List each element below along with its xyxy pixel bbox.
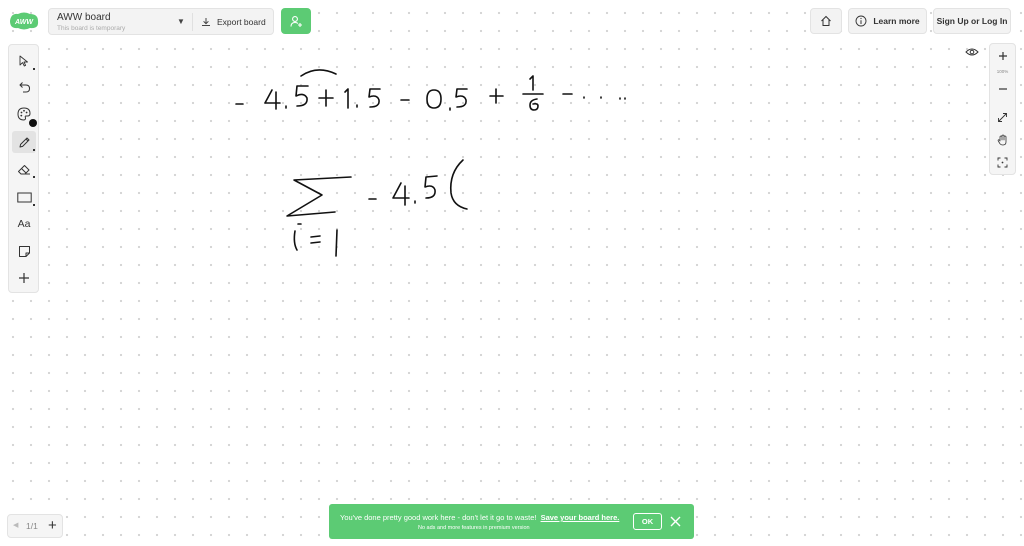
ink-stroke bbox=[529, 98, 539, 111]
sticky-note-tool[interactable] bbox=[12, 240, 36, 262]
expand-icon bbox=[998, 112, 1007, 122]
ink-stroke bbox=[318, 89, 334, 107]
page-navigator: ◀ 1/1 + bbox=[7, 514, 63, 538]
pen-tool[interactable] bbox=[12, 131, 36, 153]
view-mode-button[interactable] bbox=[962, 43, 982, 61]
text-tool[interactable]: Aa bbox=[12, 213, 36, 235]
submenu-indicator bbox=[33, 176, 35, 178]
submenu-indicator bbox=[33, 204, 35, 206]
plus-icon bbox=[19, 273, 29, 283]
home-icon bbox=[821, 15, 831, 26]
ink-stroke bbox=[619, 97, 626, 100]
divider bbox=[192, 13, 193, 31]
undo-button[interactable] bbox=[12, 76, 36, 98]
save-board-banner: You've done pretty good work here - don'… bbox=[329, 504, 694, 539]
eraser-icon bbox=[18, 164, 30, 174]
close-icon[interactable] bbox=[669, 515, 682, 528]
banner-text: You've done pretty good work here - don'… bbox=[340, 513, 537, 522]
ink-stroke bbox=[392, 182, 410, 206]
ink-stroke bbox=[344, 88, 349, 109]
text-tool-label: Aa bbox=[17, 218, 31, 230]
caret-down-icon[interactable]: ▼ bbox=[177, 17, 185, 26]
banner-message: You've done pretty good work here - don'… bbox=[340, 513, 619, 522]
add-page-button[interactable]: + bbox=[48, 517, 57, 534]
download-icon bbox=[202, 17, 210, 26]
ink-stroke bbox=[295, 85, 309, 107]
color-palette-tool[interactable] bbox=[12, 103, 37, 127]
current-color-swatch bbox=[29, 119, 37, 127]
plus-icon bbox=[998, 52, 1007, 60]
signup-login-button[interactable]: Sign Up or Log In bbox=[933, 8, 1011, 34]
page-indicator: 1/1 bbox=[26, 521, 38, 531]
ink-stroke bbox=[449, 159, 468, 210]
ink-stroke bbox=[310, 235, 321, 244]
logo-text: AWW bbox=[14, 19, 34, 26]
submenu-indicator bbox=[33, 149, 35, 151]
ink-stroke bbox=[293, 230, 298, 251]
board-subtitle: This board is temporary bbox=[57, 25, 126, 32]
ink-stroke bbox=[426, 89, 442, 109]
drawing-canvas[interactable] bbox=[0, 0, 1024, 546]
focus-icon bbox=[997, 157, 1008, 167]
ink-stroke bbox=[455, 88, 468, 108]
banner-subtext: No ads and more features in premium vers… bbox=[418, 525, 530, 531]
info-icon bbox=[855, 15, 867, 27]
board-title: AWW board bbox=[57, 12, 111, 23]
ink-stroke bbox=[286, 176, 352, 217]
minus-icon bbox=[998, 88, 1007, 90]
learn-more-button[interactable]: Learn more bbox=[848, 8, 927, 34]
rectangle-tool[interactable] bbox=[12, 186, 36, 208]
left-toolbar: Aa bbox=[8, 44, 39, 293]
add-tool-button[interactable] bbox=[12, 267, 36, 289]
export-board-button[interactable]: Export board bbox=[201, 9, 266, 34]
select-tool[interactable] bbox=[12, 50, 36, 72]
ink-stroke bbox=[489, 88, 504, 104]
eye-icon bbox=[965, 48, 979, 56]
fit-to-screen-button[interactable] bbox=[990, 108, 1015, 126]
ink-stroke bbox=[335, 229, 338, 257]
zoom-in-button[interactable] bbox=[990, 47, 1015, 65]
pan-tool-button[interactable] bbox=[990, 131, 1015, 149]
submenu-indicator bbox=[33, 68, 35, 70]
save-board-link[interactable]: Save your board here. bbox=[541, 513, 620, 522]
pen-icon bbox=[19, 137, 29, 147]
eraser-tool[interactable] bbox=[12, 158, 36, 180]
right-toolbar: 100% bbox=[989, 43, 1016, 175]
board-menu[interactable]: AWW board This board is temporary ▼ Expo… bbox=[48, 8, 274, 35]
zoom-level: 100% bbox=[996, 69, 1009, 74]
palette-icon bbox=[17, 107, 31, 121]
learn-more-label: Learn more bbox=[873, 16, 920, 26]
ink-stroke bbox=[368, 88, 381, 108]
ink-stroke bbox=[264, 89, 281, 110]
ink-stroke bbox=[300, 69, 337, 77]
home-button[interactable] bbox=[810, 8, 842, 34]
signup-login-label: Sign Up or Log In bbox=[936, 16, 1008, 26]
add-user-icon bbox=[289, 15, 302, 27]
invite-user-button[interactable] bbox=[281, 8, 311, 34]
zoom-out-button[interactable] bbox=[990, 80, 1015, 98]
hand-icon bbox=[997, 134, 1007, 146]
cursor-icon bbox=[19, 55, 28, 67]
undo-icon bbox=[19, 82, 31, 93]
sticky-note-icon bbox=[18, 245, 30, 257]
ink-stroke bbox=[529, 75, 534, 91]
previous-page-icon[interactable]: ◀ bbox=[13, 521, 18, 529]
focus-button[interactable] bbox=[990, 153, 1015, 171]
rectangle-icon bbox=[16, 192, 32, 202]
banner-ok-button[interactable]: OK bbox=[633, 513, 662, 530]
aww-logo[interactable]: AWW bbox=[8, 11, 40, 31]
export-board-label: Export board bbox=[217, 16, 266, 27]
ink-stroke bbox=[424, 175, 438, 199]
